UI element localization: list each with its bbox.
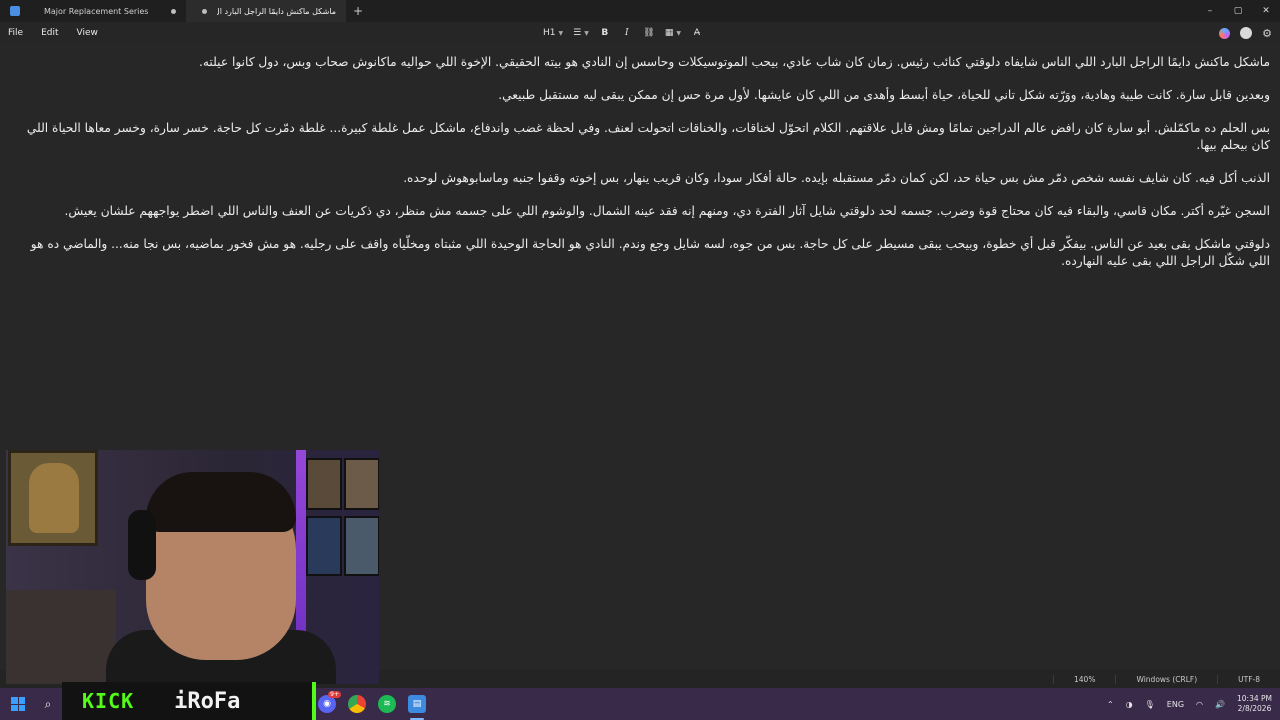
- new-tab-button[interactable]: +: [346, 0, 370, 22]
- line-ending[interactable]: Windows (CRLF): [1115, 674, 1217, 684]
- date-label: 2/8/2026: [1237, 704, 1272, 713]
- clock[interactable]: 10:34 PM 2/8/2026: [1237, 694, 1272, 714]
- italic-button[interactable]: I: [618, 24, 636, 42]
- minimize-button[interactable]: –: [1196, 0, 1224, 22]
- poster: [344, 516, 379, 576]
- link-button[interactable]: ⛓: [640, 24, 658, 42]
- tab-major-replacement[interactable]: Major Replacement Series: [28, 0, 186, 22]
- account-icon[interactable]: [1240, 27, 1253, 39]
- table-icon: ▦: [664, 28, 674, 38]
- brand-strip: [312, 682, 316, 720]
- language-indicator[interactable]: ENG: [1167, 700, 1184, 709]
- settings-gear-icon[interactable]: ⚙: [1262, 27, 1272, 40]
- kick-logo: KICK: [82, 689, 135, 713]
- clear-format-icon: A̶: [693, 28, 701, 38]
- stream-banner: KICK iRoFa: [62, 682, 314, 720]
- list-dropdown[interactable]: ☰ ▼: [570, 24, 592, 42]
- encoding[interactable]: UTF-8: [1217, 674, 1280, 684]
- notification-badge: 9+: [328, 691, 341, 698]
- unsaved-dot-icon[interactable]: [171, 8, 176, 14]
- document-paragraph: السجن غيّره أكتر. مكان قاسي، والبقاء فيه…: [64, 204, 1270, 218]
- copilot-icon[interactable]: [1219, 27, 1231, 39]
- notepad-taskbar-icon[interactable]: ▤: [408, 695, 426, 720]
- headset-icon: [128, 510, 156, 580]
- document-paragraph: دلوقتي ماشكل بقى بعيد عن الناس. بيفكّر ق…: [30, 237, 1270, 268]
- volume-icon[interactable]: 🔊: [1215, 700, 1225, 709]
- maximize-button[interactable]: ▢: [1224, 0, 1252, 22]
- heading-label: H1: [543, 28, 556, 38]
- document-paragraph: وبعدين قابل سارة. كانت طيبة وهادية، ووَر…: [498, 88, 1270, 102]
- chevron-down-icon: ▼: [676, 29, 681, 37]
- document-paragraph: الذنب أكل فيه. كان شايف نفسه شخص دمّر مش…: [403, 171, 1270, 185]
- list-icon: ☰: [573, 28, 582, 38]
- network-icon[interactable]: ◑: [1126, 700, 1133, 709]
- channel-name: iRoFa: [174, 688, 241, 714]
- tab-label: Major Replacement Series: [44, 6, 149, 16]
- poster: [306, 458, 342, 510]
- menu-edit[interactable]: Edit: [32, 28, 67, 38]
- shelf: [6, 590, 116, 684]
- bold-button[interactable]: B: [596, 24, 614, 42]
- menu-view[interactable]: View: [68, 28, 107, 38]
- microphone-icon[interactable]: 🎙: [1145, 700, 1155, 709]
- wifi-icon[interactable]: ◠: [1196, 700, 1203, 709]
- zoom-level[interactable]: 140%: [1053, 674, 1115, 684]
- notepad-app-icon: [10, 6, 20, 16]
- heading-dropdown[interactable]: H1 ▼: [540, 24, 566, 42]
- table-dropdown[interactable]: ▦ ▼: [662, 24, 684, 42]
- search-icon[interactable]: ⌕: [36, 688, 60, 720]
- chevron-up-icon[interactable]: ⌃: [1107, 700, 1114, 709]
- pinned-apps: ◉ 9+ ≋ ▤: [318, 688, 426, 720]
- close-button[interactable]: ✕: [1252, 0, 1280, 22]
- system-tray: ⌃ ◑ 🎙 ENG ◠ 🔊 10:34 PM 2/8/2026: [1107, 688, 1272, 720]
- spotify-icon[interactable]: ≋: [378, 695, 396, 713]
- tab-label: ماشكل ماكنش دايمًا الراجل البارد ال: [217, 6, 336, 16]
- link-icon: ⛓: [643, 28, 655, 38]
- poster: [306, 516, 342, 576]
- chrome-icon[interactable]: [348, 695, 366, 713]
- windows-logo-icon: [11, 697, 25, 711]
- document-paragraph: ماشكل ماكنش دايمًا الراجل البارد اللي ال…: [199, 55, 1270, 69]
- format-toolbar: H1 ▼ ☰ ▼ B I ⛓ ▦ ▼ A̶: [540, 22, 706, 44]
- menu-file[interactable]: File: [0, 28, 32, 38]
- discord-icon[interactable]: ◉ 9+: [318, 691, 341, 713]
- chevron-down-icon: ▼: [558, 29, 564, 37]
- time-label: 10:34 PM: [1237, 694, 1272, 703]
- framed-bear-painting: [8, 450, 98, 546]
- clear-formatting-button[interactable]: A̶: [688, 24, 706, 42]
- streamer-hair: [146, 472, 296, 532]
- tab-active-document[interactable]: ماشكل ماكنش دايمًا الراجل البارد ال: [186, 0, 346, 22]
- title-bar: Major Replacement Series ماشكل ماكنش داي…: [0, 0, 1280, 22]
- start-button[interactable]: [0, 688, 36, 720]
- webcam-overlay: [6, 450, 379, 684]
- unsaved-dot-icon[interactable]: [202, 8, 207, 14]
- bold-icon: B: [601, 28, 609, 38]
- chevron-down-icon: ▼: [584, 29, 589, 37]
- italic-icon: I: [625, 28, 629, 38]
- document-paragraph: بس الحلم ده ماكمّلش. أبو سارة كان رافض ع…: [26, 121, 1270, 152]
- poster: [344, 458, 379, 510]
